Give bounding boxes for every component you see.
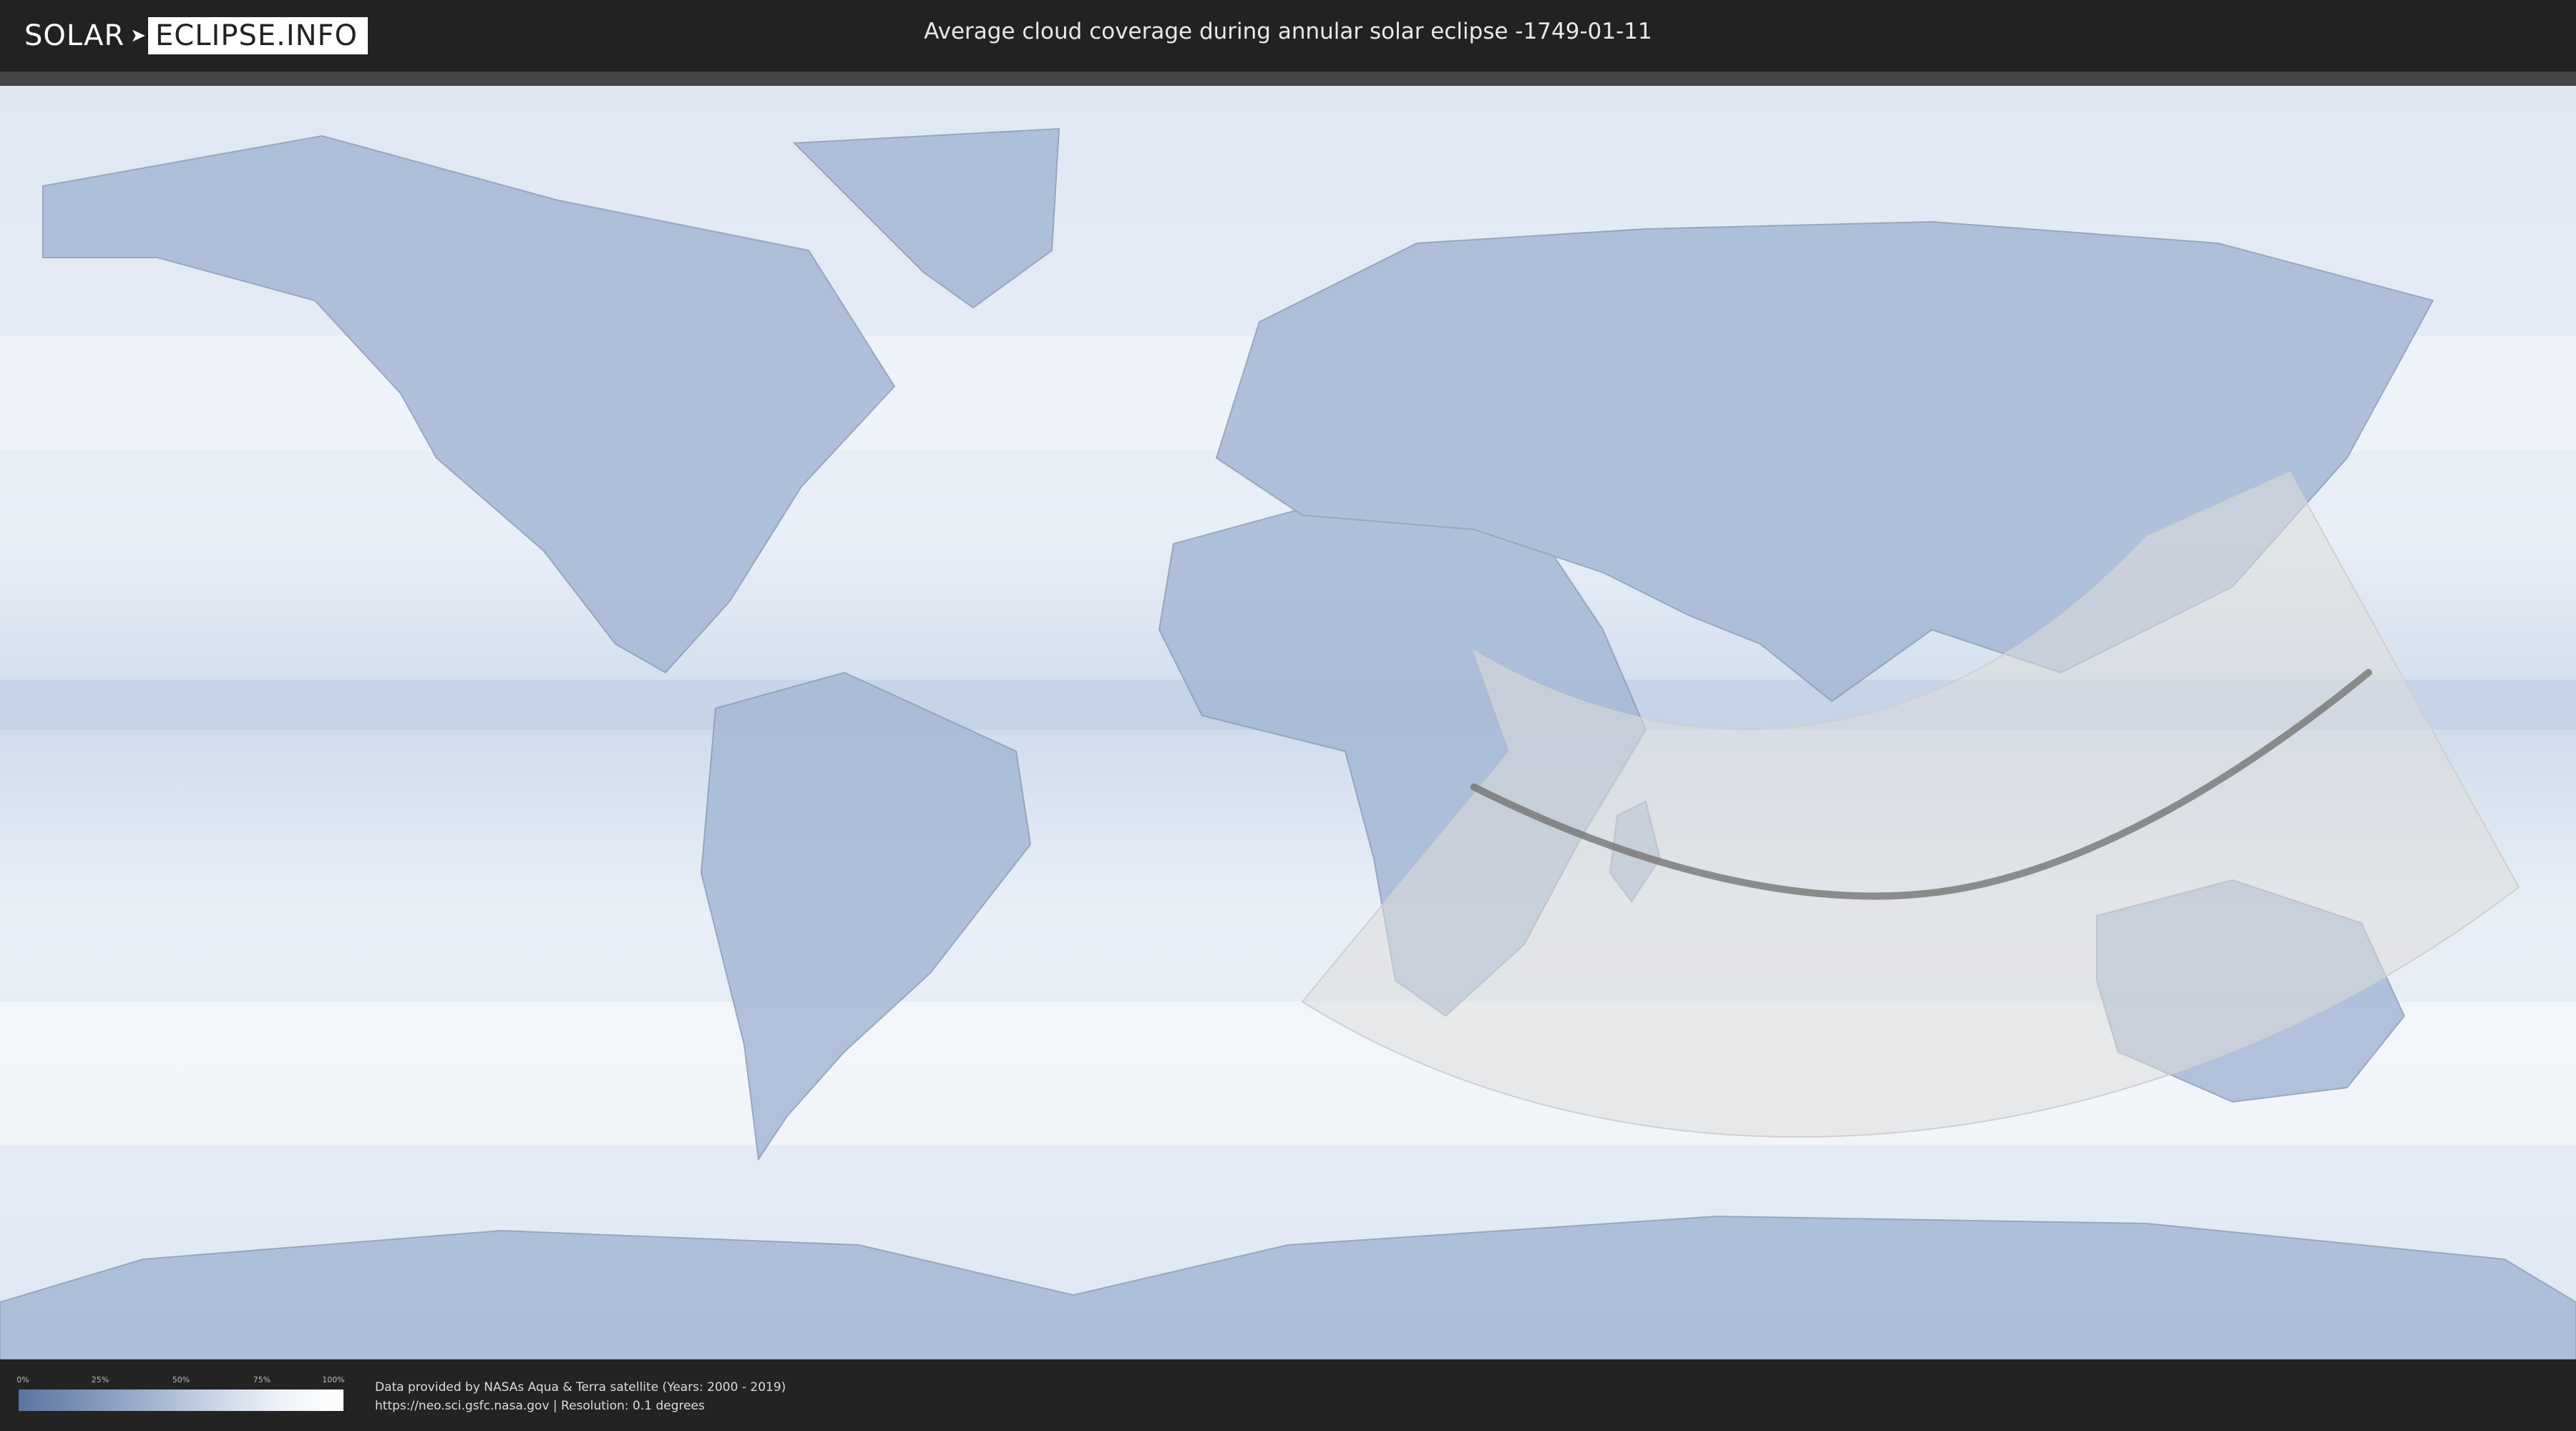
legend-tick-0: 0% — [16, 1375, 29, 1384]
legend-tick-75: 75% — [253, 1375, 271, 1384]
credits-source: Data provided by NASAs Aqua & Terra sate… — [375, 1380, 786, 1395]
credits-url[interactable]: https://neo.sci.gsfc.nasa.gov | Resoluti… — [375, 1397, 786, 1415]
data-credits: Data provided by NASAs Aqua & Terra sate… — [375, 1378, 786, 1415]
cloud-coverage-map[interactable] — [0, 86, 2576, 1359]
legend-tick-50: 50% — [172, 1375, 190, 1384]
header-bar: SOLAR ➤ ECLIPSE.INFO Average cloud cover… — [0, 0, 2576, 72]
legend-color-scale — [19, 1390, 343, 1411]
page-title: Average cloud coverage during annular so… — [924, 19, 1652, 44]
legend-tick-25: 25% — [91, 1375, 109, 1384]
legend-tick-100: 100% — [322, 1375, 345, 1384]
legend-ticks: 0% 25% 50% 75% 100% — [16, 1375, 345, 1387]
cloud-coverage-legend: 0% 25% 50% 75% 100% — [16, 1375, 345, 1411]
